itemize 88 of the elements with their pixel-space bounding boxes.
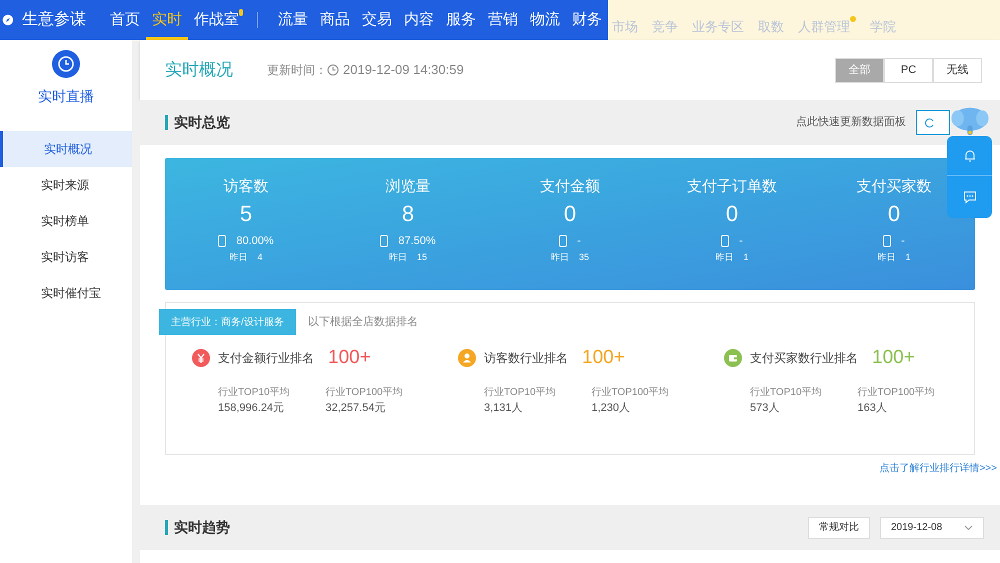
metric-value: 0: [564, 200, 576, 228]
phone-icon: [721, 234, 730, 247]
brand-name: 生意参谋: [22, 10, 86, 30]
mobile-share: -: [901, 234, 905, 248]
yesterday-label: 昨日: [550, 251, 569, 264]
stat-value: 1,230人: [592, 400, 632, 416]
rank-value: 100+: [582, 346, 625, 370]
nav-link[interactable]: 商品: [314, 8, 356, 32]
bell-icon: [962, 148, 976, 162]
mobile-share: -: [739, 234, 743, 248]
metric-value: 0: [888, 200, 900, 228]
detail-link[interactable]: 点击了解行业排行详情>>>: [879, 461, 997, 476]
segment-tab[interactable]: PC: [884, 58, 933, 82]
yesterday-value: 15: [416, 251, 427, 264]
sidebar-item[interactable]: 实时概况: [0, 131, 132, 167]
sidebar-item[interactable]: 实时访客: [0, 239, 132, 275]
metric-label: 支付子订单数: [687, 177, 777, 197]
yesterday-label: 昨日: [877, 251, 896, 264]
refresh-hint: 点此快速更新数据面板: [796, 114, 906, 130]
stat-label: 行业TOP100平均: [326, 386, 403, 400]
sidebar-item[interactable]: 实时来源: [0, 167, 132, 203]
rank-value: 100+: [872, 346, 915, 370]
page-title: 实时概况: [165, 59, 233, 82]
refresh-icon: [925, 118, 935, 128]
sidebar-item[interactable]: 实时催付宝: [0, 275, 132, 311]
clock-icon: [52, 50, 80, 78]
yesterday-value: 35: [578, 251, 589, 264]
mobile-share: 87.50%: [398, 234, 436, 248]
nav-link[interactable]: 营销: [482, 8, 524, 32]
nav-link[interactable]: 流量: [272, 8, 314, 32]
nav-link[interactable]: 交易: [356, 8, 398, 32]
yesterday-label: 昨日: [229, 251, 248, 264]
chevron-down-icon: [964, 524, 973, 530]
sidebar-title: 实时直播: [37, 87, 95, 106]
section-marker: [165, 520, 168, 535]
metric-value: 0: [726, 200, 738, 228]
section-marker: [165, 115, 168, 130]
nav-link[interactable]: 物流: [524, 8, 566, 32]
stat-label: 行业TOP10平均: [484, 386, 556, 400]
nav-link[interactable]: 服务: [440, 8, 482, 32]
yesterday-value: 1: [743, 251, 748, 264]
stat-value: 573人: [750, 400, 780, 416]
phone-icon: [883, 234, 892, 247]
date-select[interactable]: 2019-12-08: [880, 516, 984, 538]
elephant-mascot-icon[interactable]: [950, 106, 990, 136]
section-title: 实时总览: [174, 113, 230, 132]
segment-tab[interactable]: 无线: [933, 58, 982, 82]
yesterday-label: 昨日: [388, 251, 407, 264]
nav-tab[interactable]: 作战室: [188, 0, 245, 40]
rank-value: 100+: [328, 346, 371, 370]
industry-tag: 主营行业：商务/设计服务: [159, 309, 296, 335]
stat-value: 3,131人: [484, 400, 524, 416]
nav-link[interactable]: 财务: [566, 8, 608, 32]
update-time: 2019-12-09 14:30:59: [343, 61, 464, 80]
update-label: 更新时间：: [267, 62, 327, 79]
stat-label: 行业TOP100平均: [858, 386, 935, 400]
yesterday-value: 1: [905, 251, 910, 264]
sidebar-item[interactable]: 实时榜单: [0, 203, 132, 239]
nav-tab[interactable]: 首页: [104, 0, 146, 40]
nav-link[interactable]: 内容: [398, 8, 440, 32]
compare-select[interactable]: 常规对比: [808, 516, 870, 538]
phone-icon: [559, 234, 568, 247]
refresh-button[interactable]: [916, 110, 950, 135]
rank-label: 支付买家数行业排名: [750, 350, 858, 368]
ranking-note: 以下根据全店数据排名: [308, 314, 418, 330]
yesterday-value: 4: [257, 251, 262, 264]
chat-icon: [962, 190, 976, 204]
section-title: 实时趋势: [174, 518, 230, 537]
stat-value: 163人: [858, 400, 888, 416]
mobile-share: -: [577, 234, 581, 248]
metric-value: 8: [402, 200, 414, 228]
metric-label: 支付买家数: [856, 177, 932, 197]
stat-label: 行业TOP10平均: [218, 386, 290, 400]
stat-label: 行业TOP100平均: [592, 386, 669, 400]
clock-icon: [327, 64, 339, 76]
stat-value: 158,996.24元: [218, 400, 286, 416]
rank-label: 支付金额行业排名: [218, 350, 314, 368]
yesterday-label: 昨日: [715, 251, 734, 264]
stat-label: 行业TOP10平均: [750, 386, 822, 400]
metric-label: 访客数: [224, 177, 268, 197]
phone-icon: [380, 234, 388, 247]
metric-label: 支付金额: [540, 177, 600, 197]
mobile-share: 80.00%: [236, 234, 274, 248]
metric-label: 浏览量: [386, 177, 430, 197]
rank-label: 访客数行业排名: [484, 350, 568, 368]
metric-value: 5: [240, 200, 252, 228]
phone-icon: [218, 234, 226, 247]
stat-value: 32,257.54元: [326, 400, 386, 416]
